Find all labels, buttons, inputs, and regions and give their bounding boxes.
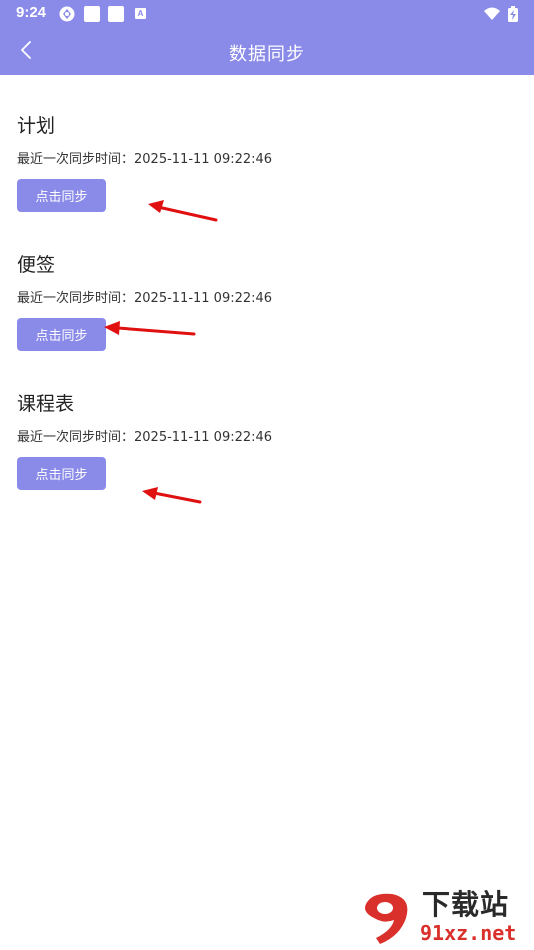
notification-square-icon	[108, 6, 124, 22]
section-schedule: 课程表 最近一次同步时间：2025-11-11 09:22:46 点击同步	[17, 391, 517, 490]
nav-bar: 数据同步	[0, 30, 534, 75]
app-header: 9:24 A 数据同步	[0, 0, 534, 75]
battery-charging-icon	[507, 6, 519, 22]
sync-notes-button[interactable]: 点击同步	[17, 318, 106, 351]
a-icon: A	[135, 8, 146, 19]
page-title: 数据同步	[229, 44, 305, 65]
section-title: 课程表	[17, 393, 75, 415]
section-title: 计划	[17, 115, 56, 137]
watermark-url: 91xz.net	[420, 921, 517, 945]
last-sync-time: 最近一次同步时间：2025-11-11 09:22:46	[17, 291, 273, 306]
section-title: 便签	[17, 254, 56, 276]
section-plan: 计划 最近一次同步时间：2025-11-11 09:22:46 点击同步	[17, 113, 517, 212]
status-bar: 9:24 A	[0, 0, 534, 28]
notification-square-icon	[84, 6, 100, 22]
last-sync-time: 最近一次同步时间：2025-11-11 09:22:46	[17, 152, 273, 167]
watermark-name: 下载站	[422, 888, 510, 921]
watermark: 9 下载站 91xz.net	[358, 890, 528, 948]
sync-icon	[59, 6, 75, 22]
section-notes: 便签 最近一次同步时间：2025-11-11 09:22:46 点击同步	[17, 252, 517, 351]
sync-plan-button[interactable]: 点击同步	[17, 179, 106, 212]
watermark-logo-text: 9	[382, 896, 383, 897]
sync-schedule-button[interactable]: 点击同步	[17, 457, 106, 490]
wifi-icon	[484, 6, 500, 22]
status-time: 9:24	[16, 4, 47, 21]
last-sync-time: 最近一次同步时间：2025-11-11 09:22:46	[17, 430, 273, 445]
watermark-logo-icon	[365, 893, 408, 944]
